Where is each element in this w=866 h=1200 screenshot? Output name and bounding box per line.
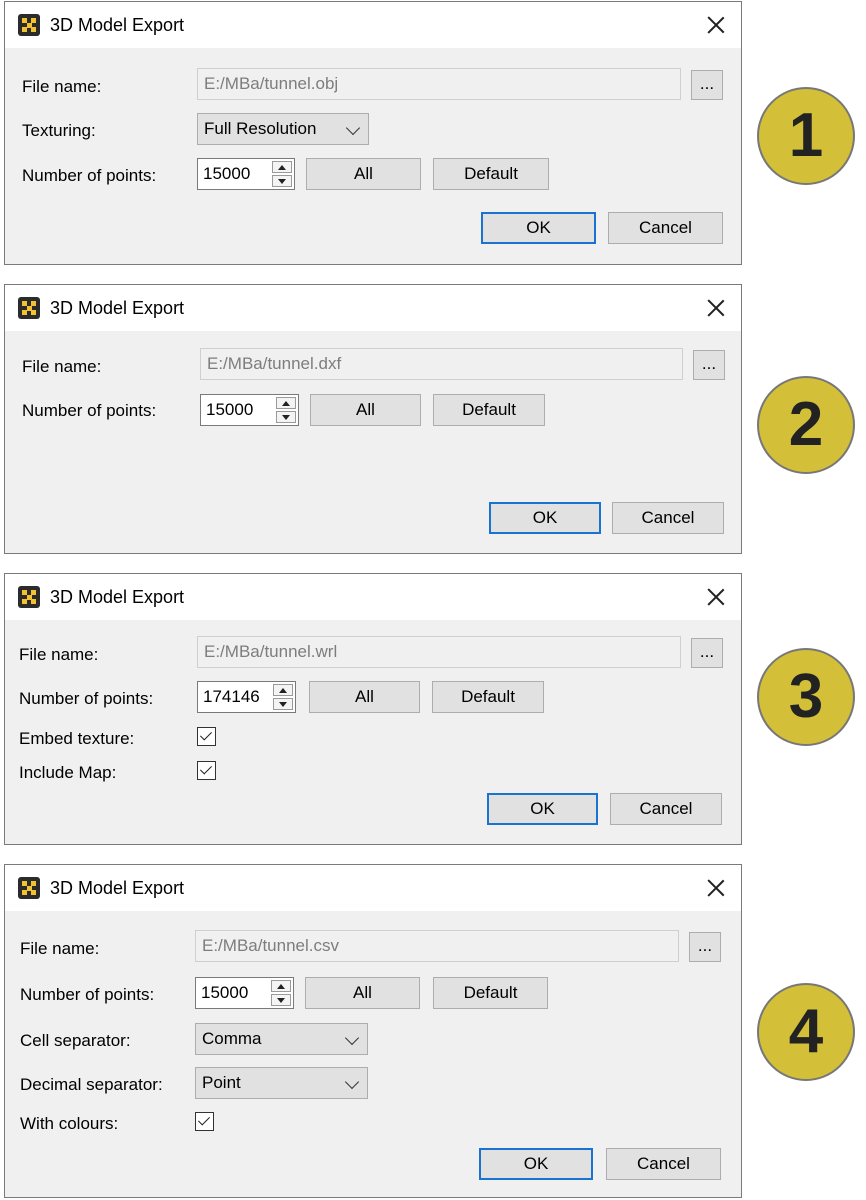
spin-down-icon[interactable] (276, 411, 296, 423)
cell-separator-select[interactable]: Comma (195, 1023, 368, 1055)
all-button[interactable]: All (306, 158, 421, 190)
spin-up-icon[interactable] (276, 397, 296, 409)
texturing-label: Texturing: (22, 121, 96, 140)
export-dialog-csv: 3D Model Export File name: E:/MBa/tunnel… (4, 864, 742, 1198)
cancel-button[interactable]: Cancel (606, 1148, 721, 1180)
default-button[interactable]: Default (433, 158, 549, 190)
step-badge-4: 4 (757, 983, 855, 1081)
export-dialog-dxf: 3D Model Export File name: E:/MBa/tunnel… (4, 284, 742, 554)
points-spinbox[interactable]: 15000 (200, 394, 299, 426)
all-button[interactable]: All (305, 977, 420, 1009)
cell-separator-label: Cell separator: (20, 1031, 131, 1050)
with-colours-checkbox[interactable] (195, 1112, 214, 1131)
points-label: Number of points: (22, 401, 157, 420)
close-icon[interactable] (699, 291, 733, 325)
file-name-field[interactable]: E:/MBa/tunnel.obj (197, 68, 681, 100)
app-icon (18, 14, 40, 36)
decimal-separator-label: Decimal separator: (20, 1075, 163, 1094)
ok-button[interactable]: OK (489, 502, 601, 534)
dialog-title: 3D Model Export (50, 15, 185, 35)
file-name-field[interactable]: E:/MBa/tunnel.wrl (197, 636, 681, 668)
cancel-button[interactable]: Cancel (610, 793, 722, 825)
title-bar: 3D Model Export (5, 2, 741, 48)
with-colours-label: With colours: (20, 1114, 119, 1133)
dialog-title: 3D Model Export (50, 878, 185, 898)
decimal-separator-select[interactable]: Point (195, 1067, 368, 1099)
step-badge-1: 1 (757, 87, 855, 185)
chevron-down-icon (345, 120, 361, 136)
all-button[interactable]: All (309, 681, 420, 713)
chevron-down-icon (344, 1074, 360, 1090)
app-icon (18, 297, 40, 319)
cancel-button[interactable]: Cancel (612, 502, 724, 534)
file-name-label: File name: (22, 77, 102, 96)
step-badge-2: 2 (757, 376, 855, 474)
close-icon[interactable] (699, 871, 733, 905)
include-map-checkbox[interactable] (197, 761, 216, 780)
points-label: Number of points: (20, 985, 155, 1004)
title-bar: 3D Model Export (5, 574, 741, 620)
step-badge-3: 3 (757, 648, 855, 746)
title-bar: 3D Model Export (5, 285, 741, 331)
app-icon (18, 586, 40, 608)
texturing-value: Full Resolution (204, 119, 317, 138)
cancel-button[interactable]: Cancel (608, 212, 723, 244)
points-value: 174146 (203, 687, 260, 706)
close-icon[interactable] (699, 580, 733, 614)
dialog-title: 3D Model Export (50, 587, 185, 607)
app-icon (18, 877, 40, 899)
ok-button[interactable]: OK (479, 1148, 593, 1180)
spin-down-icon[interactable] (271, 994, 291, 1006)
cell-separator-value: Comma (202, 1029, 262, 1048)
spin-down-icon[interactable] (273, 698, 293, 710)
points-spinbox[interactable]: 15000 (195, 977, 294, 1009)
spin-up-icon[interactable] (273, 684, 293, 696)
ok-button[interactable]: OK (487, 793, 598, 825)
title-bar: 3D Model Export (5, 865, 741, 911)
export-dialog-wrl: 3D Model Export File name: E:/MBa/tunnel… (4, 573, 742, 845)
file-name-field[interactable]: E:/MBa/tunnel.csv (195, 930, 679, 962)
points-value: 15000 (201, 983, 249, 1002)
browse-button[interactable]: ... (691, 638, 723, 668)
embed-texture-label: Embed texture: (19, 729, 135, 748)
include-map-label: Include Map: (19, 763, 117, 782)
browse-button[interactable]: ... (689, 932, 721, 962)
file-name-label: File name: (20, 939, 100, 958)
close-icon[interactable] (699, 8, 733, 42)
default-button[interactable]: Default (433, 394, 545, 426)
spin-up-icon[interactable] (272, 161, 292, 173)
all-button[interactable]: All (310, 394, 421, 426)
points-spinbox[interactable]: 15000 (197, 158, 295, 190)
browse-button[interactable]: ... (691, 70, 723, 100)
decimal-separator-value: Point (202, 1073, 241, 1092)
file-name-label: File name: (19, 645, 99, 664)
points-spinbox[interactable]: 174146 (197, 681, 296, 713)
embed-texture-checkbox[interactable] (197, 727, 216, 746)
points-value: 15000 (206, 400, 254, 419)
points-label: Number of points: (19, 689, 154, 708)
browse-button[interactable]: ... (693, 350, 725, 380)
spin-up-icon[interactable] (271, 980, 291, 992)
texturing-select[interactable]: Full Resolution (197, 113, 369, 145)
spin-down-icon[interactable] (272, 175, 292, 187)
points-label: Number of points: (22, 166, 157, 185)
dialog-title: 3D Model Export (50, 298, 185, 318)
export-dialog-obj: 3D Model Export File name: E:/MBa/tunnel… (4, 1, 742, 265)
file-name-label: File name: (22, 357, 102, 376)
ok-button[interactable]: OK (481, 212, 596, 244)
file-name-field[interactable]: E:/MBa/tunnel.dxf (200, 348, 683, 380)
points-value: 15000 (203, 164, 251, 183)
default-button[interactable]: Default (432, 681, 544, 713)
default-button[interactable]: Default (433, 977, 548, 1009)
chevron-down-icon (344, 1030, 360, 1046)
